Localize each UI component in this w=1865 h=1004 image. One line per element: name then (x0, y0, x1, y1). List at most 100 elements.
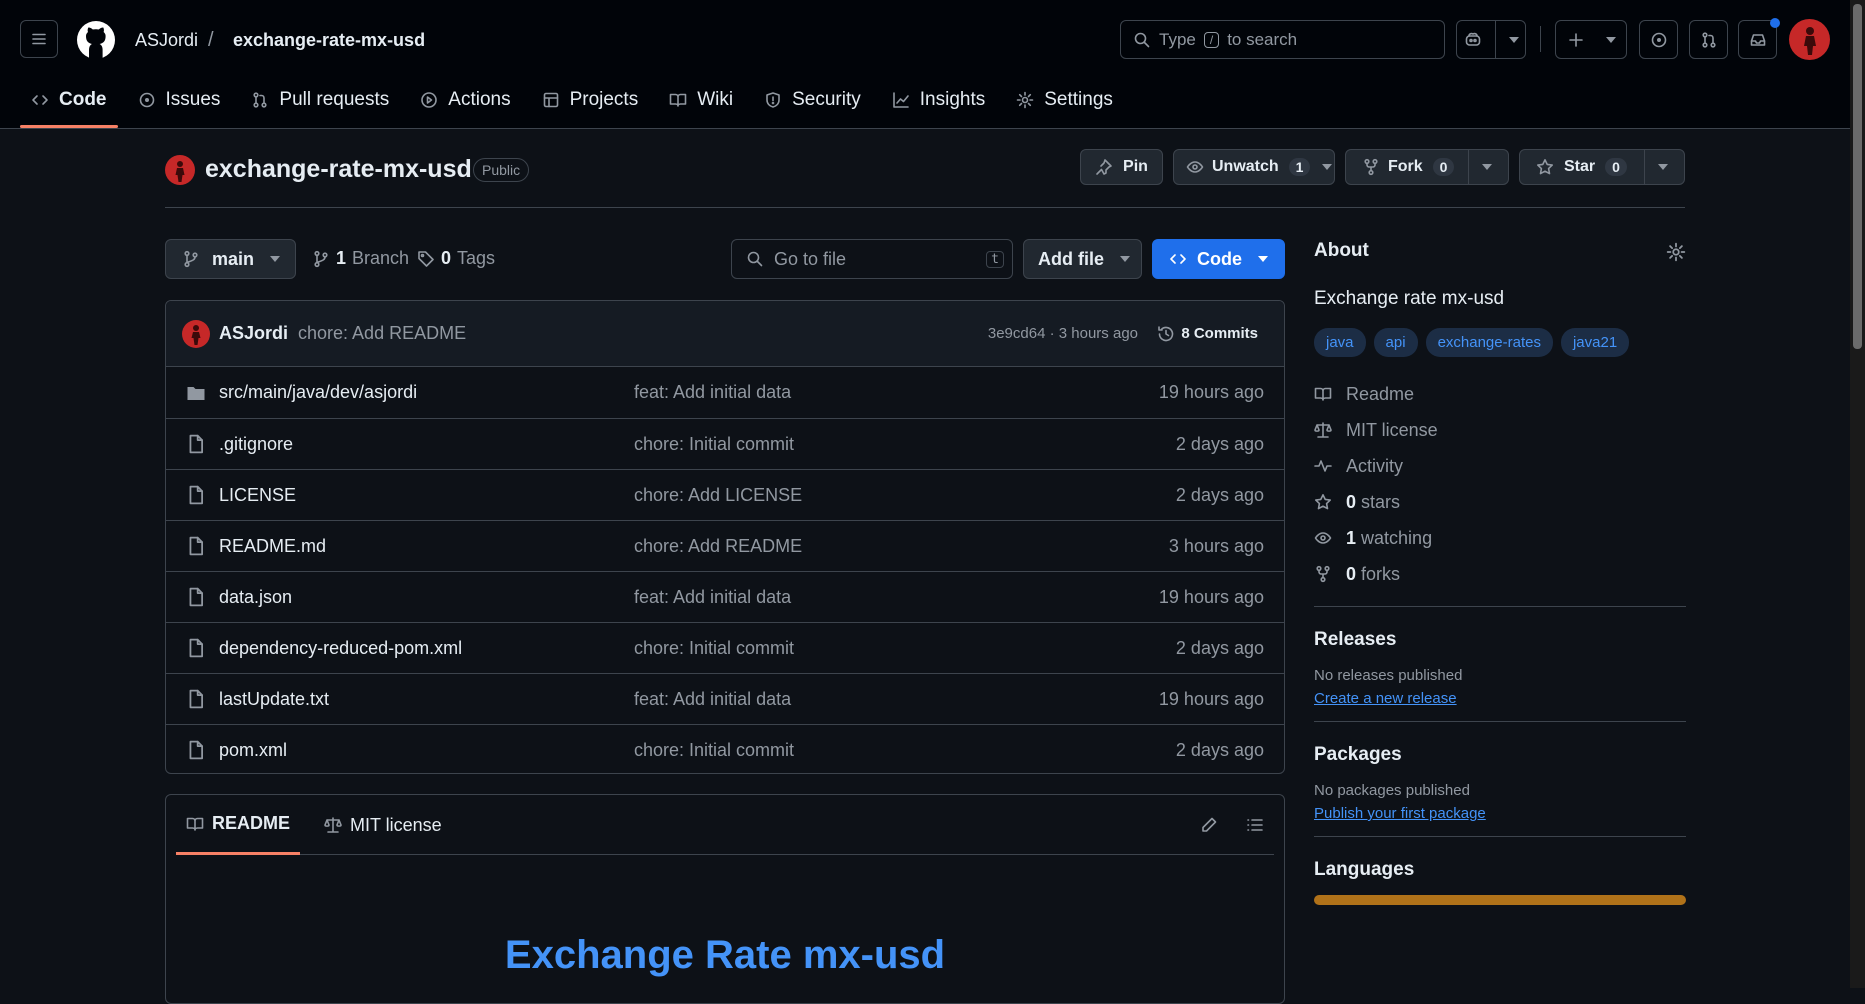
issues-button[interactable] (1639, 20, 1678, 59)
avatar[interactable] (182, 319, 210, 348)
file-name[interactable]: data.json (219, 587, 292, 608)
list-icon[interactable] (1246, 816, 1264, 834)
file-commit-message[interactable]: chore: Add README (634, 536, 802, 557)
tab-insights[interactable]: Insights (881, 84, 996, 116)
file-row[interactable]: src/main/java/dev/asjordi feat: Add initi… (166, 367, 1284, 418)
file-row[interactable]: dependency-reduced-pom.xml chore: Initial… (166, 622, 1284, 673)
star-count: 0 (1605, 158, 1627, 176)
owner-link[interactable]: ASJordi (135, 30, 198, 51)
tab-issues[interactable]: Issues (127, 84, 232, 116)
file-commit-time: 2 days ago (1175, 637, 1264, 658)
scrollbar[interactable] (1850, 0, 1865, 988)
add-file-label: Add file (1038, 248, 1104, 269)
file-row[interactable]: lastUpdate.txt feat: Add initial data 19 h… (166, 673, 1284, 724)
file-rows: src/main/java/dev/asjordi feat: Add initi… (166, 367, 1284, 773)
branch-selector[interactable]: main (165, 239, 296, 279)
tab-label: MIT license (350, 814, 442, 835)
file-name[interactable]: LICENSE (219, 485, 296, 506)
tab-security[interactable]: Security (753, 84, 872, 116)
tab-label: Issues (165, 89, 221, 110)
file-commit-message[interactable]: feat: Add initial data (634, 587, 791, 608)
create-new-button[interactable] (1555, 20, 1627, 59)
tab-label: Code (59, 89, 107, 110)
branch-icon (184, 250, 198, 268)
file-row[interactable]: .gitignore chore: Initial commit 2 days ag… (166, 418, 1284, 469)
copilot-button[interactable] (1456, 20, 1526, 59)
repo-owner-avatar[interactable] (165, 155, 195, 185)
file-commit-message[interactable]: chore: Add LICENSE (634, 485, 802, 506)
create-release-link[interactable]: Create a new release (1314, 690, 1686, 707)
issue-icon (1651, 32, 1666, 47)
commit-hash[interactable]: 3e9cd64 (988, 325, 1046, 342)
tab-actions[interactable]: Actions (409, 84, 521, 116)
unwatch-button[interactable]: Unwatch 1 (1173, 149, 1335, 185)
github-logo-icon[interactable] (76, 20, 116, 60)
file-name[interactable]: README.md (219, 536, 326, 557)
file-name[interactable]: .gitignore (219, 434, 293, 455)
topic-tag[interactable]: exchange-rates (1425, 328, 1553, 357)
tab-settings[interactable]: Settings (1005, 84, 1124, 116)
branches-link[interactable]: 1 Branch (312, 248, 409, 269)
stars-link[interactable]: 0 stars (1314, 484, 1686, 520)
publish-package-link[interactable]: Publish your first package (1314, 805, 1686, 822)
file-name[interactable]: src/main/java/dev/asjordi (219, 382, 417, 403)
topic-tag[interactable]: java (1314, 328, 1366, 357)
tab-readme[interactable]: README (176, 795, 301, 855)
pin-button[interactable]: Pin (1080, 149, 1163, 185)
commits-link[interactable]: 8 Commits (1157, 325, 1258, 343)
file-commit-message[interactable]: chore: Initial commit (634, 638, 794, 659)
readme-link[interactable]: Readme (1314, 376, 1686, 412)
go-to-file-input[interactable]: Go to file t (731, 239, 1013, 279)
commit-author[interactable]: ASJordi (219, 323, 288, 344)
menu-button[interactable] (20, 20, 58, 58)
tab-license[interactable]: MIT license (314, 795, 452, 855)
repo-title[interactable]: exchange-rate-mx-usd (205, 155, 472, 184)
forks-label: forks (1361, 563, 1401, 584)
topic-tag[interactable]: api (1373, 328, 1418, 357)
fork-button[interactable]: Fork 0 (1345, 149, 1509, 185)
code-button[interactable]: Code (1152, 239, 1285, 279)
repo-link[interactable]: exchange-rate-mx-usd (233, 30, 425, 51)
releases-heading[interactable]: Releases (1314, 629, 1686, 651)
activity-link[interactable]: Activity (1314, 448, 1686, 484)
book-icon (1314, 387, 1332, 401)
chevron-down-icon (1322, 164, 1333, 170)
file-commit-message[interactable]: feat: Add initial data (634, 689, 791, 710)
readme-title[interactable]: Exchange Rate mx-usd (166, 933, 1284, 978)
gear-icon[interactable] (1666, 242, 1686, 262)
watching-count: 1 (1346, 527, 1357, 548)
about-sidebar: About Exchange rate mx-usd java api exchan… (1314, 240, 1686, 905)
file-row[interactable]: pom.xml chore: Initial commit 2 days ago (166, 724, 1284, 773)
file-name[interactable]: dependency-reduced-pom.xml (219, 638, 462, 659)
file-name[interactable]: pom.xml (219, 740, 287, 761)
tab-projects[interactable]: Projects (531, 84, 650, 116)
pull-requests-button[interactable] (1689, 20, 1728, 59)
file-icon (189, 740, 203, 760)
tab-pull-requests[interactable]: Pull requests (240, 84, 400, 116)
topic-tag[interactable]: java21 (1560, 328, 1630, 357)
add-file-button[interactable]: Add file (1023, 239, 1142, 279)
commit-message[interactable]: chore: Add README (298, 323, 466, 344)
file-name[interactable]: lastUpdate.txt (219, 689, 329, 710)
license-link[interactable]: MIT license (1314, 412, 1686, 448)
file-commit-message[interactable]: chore: Initial commit (634, 434, 794, 455)
file-commit-message[interactable]: chore: Initial commit (634, 740, 794, 761)
pencil-icon[interactable] (1200, 816, 1218, 834)
tab-wiki[interactable]: Wiki (658, 84, 744, 116)
avatar[interactable] (1789, 19, 1830, 60)
file-row[interactable]: LICENSE chore: Add LICENSE 2 days ago (166, 469, 1284, 520)
tags-link[interactable]: 0 Tags (417, 248, 495, 269)
divider (1314, 836, 1686, 837)
packages-heading[interactable]: Packages (1314, 744, 1686, 766)
tab-label: Wiki (697, 89, 734, 110)
file-row[interactable]: data.json feat: Add initial data 19 hours … (166, 571, 1284, 622)
scrollbar-thumb[interactable] (1853, 4, 1862, 349)
file-commit-time: 3 hours ago (1168, 535, 1264, 556)
forks-link[interactable]: 0 forks (1314, 556, 1686, 592)
file-commit-message[interactable]: feat: Add initial data (634, 382, 791, 403)
search-input[interactable]: Type / to search (1120, 20, 1445, 59)
watching-link[interactable]: 1 watching (1314, 520, 1686, 556)
tab-code[interactable]: Code (20, 84, 118, 128)
file-row[interactable]: README.md chore: Add README 3 hours ago (166, 520, 1284, 571)
star-button[interactable]: Star 0 (1519, 149, 1685, 185)
